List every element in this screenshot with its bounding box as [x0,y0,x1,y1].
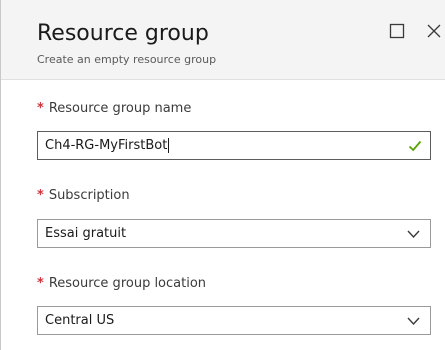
blade-title: Resource group [37,21,209,46]
maximize-button[interactable] [388,22,406,40]
maximize-icon [389,23,405,39]
location-label-text: Resource group location [48,276,207,291]
text-cursor [168,138,170,153]
required-marker: * [37,276,44,291]
blade-subtitle: Create an empty resource group [37,53,217,66]
subscription-value: Essai gratuit [45,226,127,241]
resource-group-name-value: Ch4-RG-MyFirstBot [45,138,168,153]
close-button[interactable] [425,22,443,40]
location-dropdown[interactable]: Central US [37,306,431,335]
checkmark-icon [408,140,422,152]
subscription-label: * Subscription [37,188,130,204]
chevron-down-icon [407,317,420,326]
subscription-label-text: Subscription [48,188,130,203]
close-icon [427,24,441,38]
required-marker: * [37,188,44,203]
location-label: * Resource group location [37,276,206,292]
chevron-down-icon [407,230,420,239]
resource-group-name-label: * Resource group name [37,101,191,117]
required-marker: * [37,101,44,116]
resource-group-blade: Resource group Create an empty resource … [0,0,445,350]
blade-header: Resource group Create an empty resource … [1,0,445,80]
resource-group-name-input[interactable]: Ch4-RG-MyFirstBot [37,131,431,160]
resource-group-name-label-text: Resource group name [48,101,192,116]
subscription-dropdown[interactable]: Essai gratuit [37,219,431,248]
location-value: Central US [45,313,115,328]
